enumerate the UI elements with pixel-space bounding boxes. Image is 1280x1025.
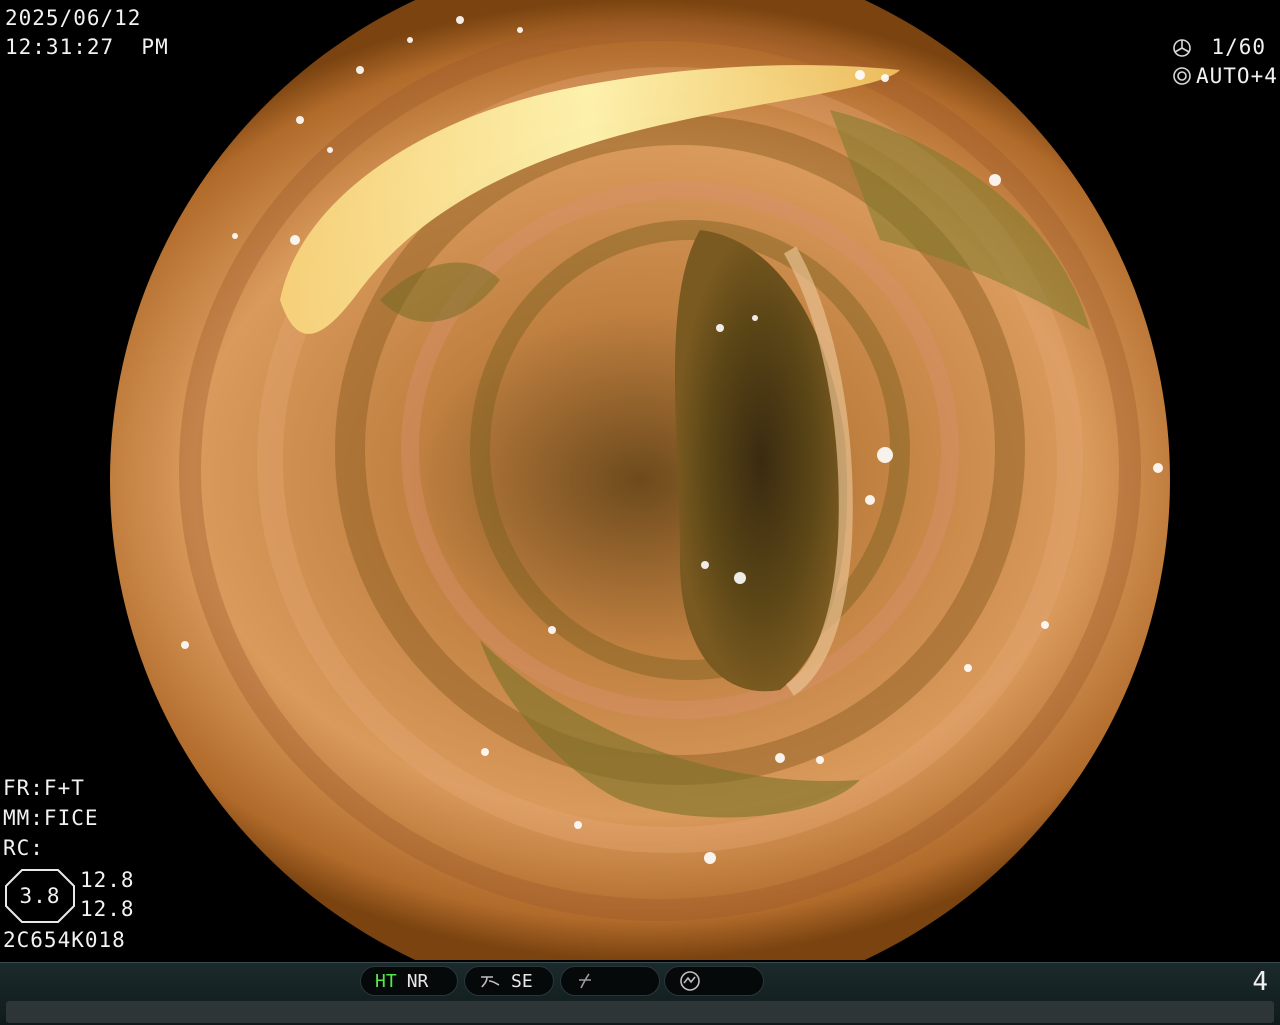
mm-mode: MM:FICE [3,806,99,830]
rc-label: RC: [3,836,44,860]
value-bottom: 12.8 [80,897,135,921]
status-bar: HT NR SE 4 [0,962,1280,1025]
status-strip: HT NR SE 4 [0,963,1280,999]
fr-mode: FR:F+T [3,776,85,800]
se-pill: SE [464,966,554,996]
lower-band [6,1001,1274,1023]
structure-enhance-icon [481,976,500,988]
date-text: 2025/06/12 [5,6,142,30]
se-indicator: SE [511,970,533,992]
mode-gauge-icon [680,971,700,991]
iris-icon [1173,67,1191,85]
shutter-icon [1173,39,1191,57]
freeze-icon [579,973,591,989]
ht-nr-pill: HT NR [360,966,458,996]
time-text: 12:31:27 PM [5,35,169,59]
freeze-pill [560,966,660,996]
nr-indicator: NR [406,970,429,992]
ht-indicator: HT [375,970,397,992]
iris-mode: AUTO+4 [1196,64,1278,88]
page-number: 4 [1252,967,1268,997]
value-top: 12.8 [80,868,135,892]
mode-pill [664,966,764,996]
zoom-value: 3.8 [19,884,61,908]
scope-id: 2C654K018 [3,928,126,952]
endoscope-image [110,0,1170,960]
shutter-speed: 1/60 [1211,35,1266,59]
